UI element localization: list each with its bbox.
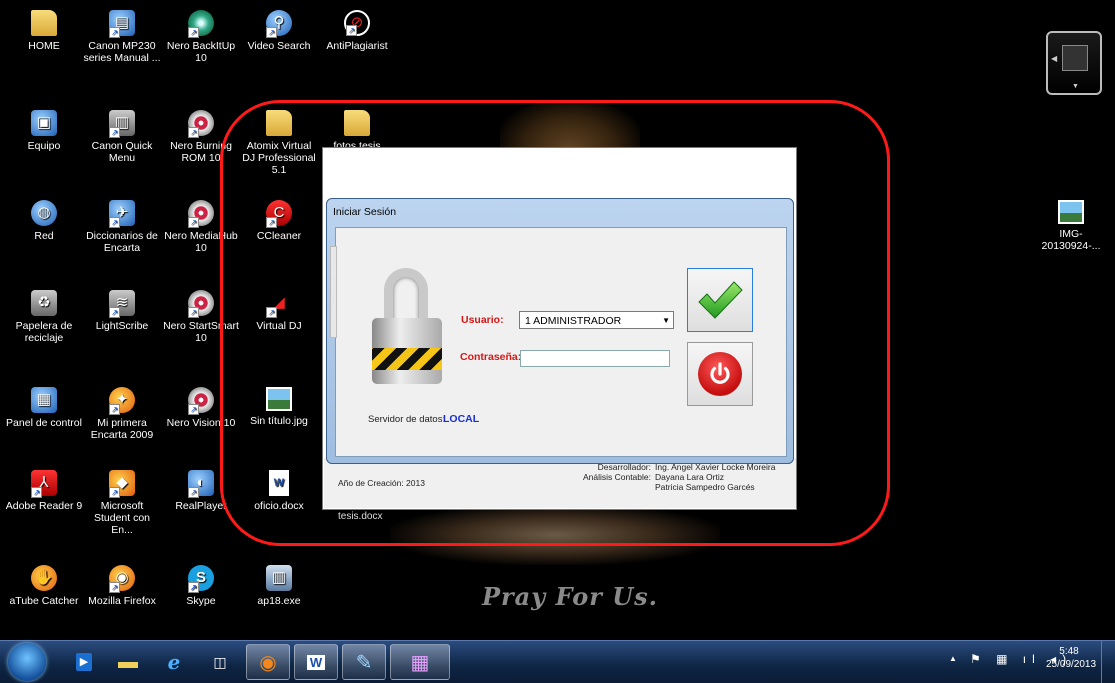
desktop-icon-label: aTube Catcher [9,595,79,607]
desktop-icon-label: LightScribe [95,320,149,332]
realplayer-icon: ◐ ↗ [188,470,214,498]
desktop-icon-label: AntiPlagiarist [326,40,388,52]
computer-icon: ▣ [31,110,57,136]
encarta-dictionary-icon: ✈ ↗ [109,200,135,228]
desktop-icon-video-search[interactable]: ⚲ ↗ Video Search [240,10,318,52]
antiplagiarist-icon: ⊘ ↗ [344,10,370,36]
network-icon: ◍ [31,200,57,226]
adobe-reader-icon: ⅄ ↗ [31,470,57,498]
desktop-icon-atube-catcher[interactable]: ✋ aTube Catcher [5,565,83,607]
folder-user-icon [31,10,57,36]
desktop-icon-label: Video Search [247,40,311,52]
control-panel-icon: ▦ [31,387,57,413]
app-window-icon[interactable]: ▦ [390,644,450,680]
chevron-down-icon[interactable]: ▼ [1072,83,1079,90]
nero-mediahub-icon: ↗ [188,200,214,228]
desktop-icon-label: Nero BackItUp 10 [166,40,236,64]
highlight-ring [220,100,890,546]
desktop-icon-canon-manual[interactable]: ▤ ↗ Canon MP230 series Manual ... [83,10,161,64]
recycle-bin-icon: ♻ [31,290,57,316]
wallpaper-text: Pray For Us. [481,582,659,611]
desktop-icon-equipo[interactable]: ▣ Equipo [5,110,83,152]
desktop-icon-antiplagiarist[interactable]: ⊘ ↗ AntiPlagiarist [318,10,396,52]
desktop-icon-label: ap18.exe [257,595,301,607]
desktop-icon-img-2013[interactable]: IMG-20130924-... [1030,200,1112,252]
desktop-icon-lightscribe[interactable]: ≋ ↗ LightScribe [83,290,161,332]
chevron-up-icon[interactable]: ▲ [949,654,957,663]
nero-backitup-icon: ↗ [188,10,214,38]
firefox-icon: ◉ ↗ [109,565,135,593]
encarta-icon: ✦ ↗ [109,387,135,415]
desktop-icon-skype[interactable]: S ↗ Skype [162,565,240,607]
desktop: Pray For Us. HOME ▣ Equipo ◍ Red ♻ Papelera… [0,0,1115,640]
windows-mobility-icon[interactable]: ◫ [198,644,242,680]
nero-burning-rom-icon: ↗ [188,110,214,138]
desktop-icon-label: Panel de control [6,417,82,429]
lightscribe-icon: ≋ ↗ [109,290,135,318]
microsoft-student-icon: ◆ ↗ [109,470,135,498]
desktop-icon-microsoft-student[interactable]: ◆ ↗ Microsoft Student con En... [83,470,161,536]
desktop-icon-home[interactable]: HOME [5,10,83,52]
firefox-icon[interactable]: ◉ [246,644,290,680]
desktop-gadget[interactable]: ◀ ▼ [1046,31,1102,95]
desktop-icon-label: Adobe Reader 9 [5,500,83,512]
clock[interactable]: 5:48 25/09/2013 [1046,645,1097,671]
desktop-icon-adobe-reader[interactable]: ⅄ ↗ Adobe Reader 9 [5,470,83,512]
desktop-icon-canon-quick-menu[interactable]: ▥ ↗ Canon Quick Menu [83,110,161,164]
video-search-icon: ⚲ ↗ [266,10,292,38]
desktop-icon-label: HOME [28,40,60,52]
image-file-icon [1058,200,1084,224]
desktop-icon-firefox[interactable]: ◉ ↗ Mozilla Firefox [83,565,161,607]
nero-startsmart-icon: ↗ [188,290,214,318]
desktop-icon-nero-backitup[interactable]: ↗ Nero BackItUp 10 [162,10,240,64]
manual-shortcut-icon: ▤ ↗ [109,10,135,38]
internet-explorer-icon[interactable]: e [152,644,196,680]
media-player-icon[interactable]: ▶ [62,644,106,680]
desktop-icon-label: Red [34,230,54,242]
canon-quick-menu-icon: ▥ ↗ [109,110,135,138]
start-button[interactable] [8,643,46,681]
taskbar: ▶ ▬ e ◫ ◉ W ✎ ▦ ▲ ⚑ ▦ ıl ◂) 5:48 25/09/2… [0,640,1115,683]
desktop-icon-label: Microsoft Student con En... [93,500,151,536]
desktop-icon-label: Papelera de reciclaje [15,320,73,344]
desktop-icon-label: Mozilla Firefox [88,595,156,607]
desktop-icon-encarta[interactable]: ✦ ↗ Mi primera Encarta 2009 [83,387,161,441]
gadget-screen-icon [1062,45,1088,71]
desktop-icon-label: RealPlayer [175,500,227,512]
nero-vision-icon: ↗ [188,387,214,415]
desktop-icon-ap18-exe[interactable]: ▥ ap18.exe [240,565,318,607]
desktop-icon-label: Mi primera Encarta 2009 [90,417,154,441]
clock-date: 25/09/2013 [1046,659,1097,670]
paint-icon[interactable]: ✎ [342,644,386,680]
desktop-icon-label: Canon MP230 series Manual ... [83,40,161,64]
desktop-icon-label: Equipo [27,140,61,152]
show-desktop-button[interactable] [1101,641,1115,683]
skype-icon: S ↗ [188,565,214,593]
atube-catcher-icon: ✋ [31,565,57,591]
desktop-icon-red[interactable]: ◍ Red [5,200,83,242]
desktop-icon-recycle-bin[interactable]: ♻ Papelera de reciclaje [5,290,83,344]
desktop-icon-label: Diccionarios de Encarta [86,230,158,254]
desktop-icon-label: IMG-20130924-... [1041,228,1101,252]
desktop-icon-label: Canon Quick Menu [91,140,153,164]
desktop-icon-label: Skype [186,595,216,607]
setup-exe-icon: ▥ [266,565,292,591]
chevron-left-icon[interactable]: ◀ [1051,54,1057,63]
word-icon[interactable]: W [294,644,338,680]
desktop-icon-control-panel[interactable]: ▦ Panel de control [5,387,83,429]
desktop-icon-encarta-dictionary[interactable]: ✈ ↗ Diccionarios de Encarta [83,200,161,254]
file-explorer-icon[interactable]: ▬ [106,644,150,680]
clock-time: 5:48 [1059,646,1079,657]
